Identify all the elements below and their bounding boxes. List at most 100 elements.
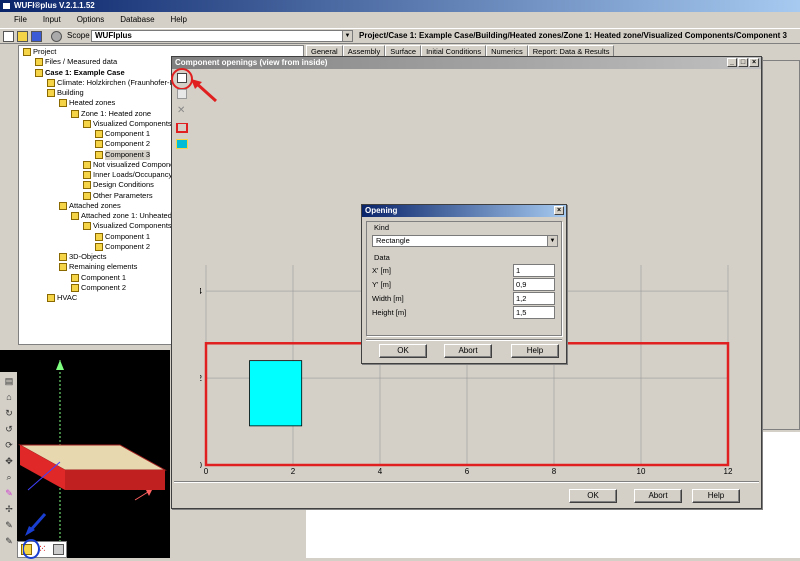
field-height-input[interactable]: 1,5 <box>513 306 555 319</box>
tree-node-icon <box>35 68 43 77</box>
menu-help[interactable]: Help <box>163 13 195 27</box>
tree-item[interactable]: Attached zones <box>59 201 121 211</box>
kind-select[interactable]: Rectangle ▼ <box>372 235 558 247</box>
tree-item[interactable]: Remaining elements <box>59 262 137 272</box>
tree-item-label: Case 1: Example Case <box>45 67 125 77</box>
tree-item[interactable]: Component 2 <box>95 139 150 149</box>
menu-options[interactable]: Options <box>69 13 113 27</box>
tree-item[interactable]: Files / Measured data <box>35 57 117 67</box>
tree-item[interactable]: Component 3 <box>95 149 151 160</box>
menu-file[interactable]: File <box>6 13 35 27</box>
tree-item[interactable]: Component 1 <box>71 273 126 283</box>
left-strip <box>0 45 17 345</box>
tree-node-icon <box>71 283 79 292</box>
tree-node-icon <box>71 109 79 118</box>
pan-icon[interactable]: ✥ <box>4 456 14 466</box>
new-file-icon[interactable] <box>3 31 14 42</box>
tree-item[interactable]: Component 1 <box>95 129 150 139</box>
tree-item-label: Design Conditions <box>93 180 154 190</box>
tree-item[interactable]: Project <box>23 47 56 57</box>
layers-icon[interactable]: ▤ <box>4 376 14 386</box>
x-tick-label: 2 <box>291 467 296 475</box>
tree-item[interactable]: Component 1 <box>95 232 150 242</box>
tree-item[interactable]: Visualized Components <box>83 119 172 129</box>
tree-item[interactable]: 3D-Objects <box>59 252 107 262</box>
tree-node-icon <box>83 119 91 128</box>
tree-node-icon <box>47 294 55 302</box>
tree-item[interactable]: Design Conditions <box>83 180 154 190</box>
menu-input[interactable]: Input <box>35 13 69 27</box>
zoom-icon[interactable]: ⌕ <box>4 472 14 482</box>
field-width-input[interactable]: 1,2 <box>513 292 555 305</box>
orbit-icon[interactable]: ⟳ <box>4 440 14 450</box>
tree-item-label: Component 2 <box>81 282 127 292</box>
delete-icon[interactable]: ✕ <box>177 106 185 116</box>
ok-button[interactable]: OK <box>569 489 617 503</box>
save-icon[interactable] <box>31 31 42 42</box>
pencil-icon[interactable]: ✎ <box>4 488 14 498</box>
tree-item-label: Component 3 <box>105 149 151 160</box>
open-folder-icon[interactable] <box>17 31 28 42</box>
tree-item[interactable]: Component 2 <box>71 283 126 293</box>
tree-item-label: Remaining elements <box>69 262 138 272</box>
tree-item[interactable]: Component 2 <box>95 242 150 252</box>
tree-item-label: Other Parameters <box>93 190 153 200</box>
rotate-axis-icon[interactable]: ↺ <box>4 424 14 434</box>
panel-icon[interactable] <box>53 544 64 555</box>
building-icon[interactable]: ⌂ <box>4 392 14 402</box>
help-button[interactable]: Help <box>692 489 740 503</box>
tree-item[interactable]: Not visualized Componer <box>83 160 177 170</box>
edit-alt-icon[interactable]: ✎ <box>4 536 14 546</box>
tree-item[interactable]: Case 1: Example Case <box>35 68 125 78</box>
x-tick-label: 12 <box>724 467 733 475</box>
rotate-icon[interactable]: ↻ <box>4 408 14 418</box>
kind-label: Kind <box>372 223 392 232</box>
close-button[interactable]: × <box>554 206 564 215</box>
scope-select[interactable]: WUFIplus ▼ <box>91 30 353 42</box>
calculate-icon[interactable] <box>51 31 62 42</box>
tree-node-icon <box>83 191 91 200</box>
edit-icon[interactable]: ✎ <box>4 520 14 530</box>
tree-item[interactable]: Inner Loads/Occupancy_ <box>83 170 176 180</box>
move-icon[interactable]: ✢ <box>4 504 14 514</box>
tree-item[interactable]: Zone 1: Heated zone <box>71 109 151 119</box>
tree-item[interactable]: Visualized Components <box>83 221 172 231</box>
tree-item-label: Not visualized Componer <box>93 159 177 169</box>
chevron-down-icon[interactable]: ▼ <box>342 31 352 41</box>
tree-item[interactable]: Heated zones <box>59 98 115 108</box>
tree-item[interactable]: Climate: Holzkirchen (Fraunhofer-IBP <box>47 78 182 88</box>
close-button[interactable]: × <box>749 58 759 67</box>
opening-ok-button[interactable]: OK <box>379 344 427 358</box>
opening-dialog: Opening × Kind Rectangle ▼ Data X' [m] 1… <box>361 204 567 364</box>
x-tick-label: 10 <box>637 467 646 475</box>
y-tick-label: 2 <box>200 374 203 383</box>
align-icon[interactable] <box>176 139 188 149</box>
tree-item[interactable]: Building <box>47 88 84 98</box>
copy-icon[interactable] <box>177 89 187 99</box>
maximize-button[interactable]: □ <box>738 58 748 67</box>
x-tick-label: 6 <box>465 467 470 475</box>
tree-item-label: Project <box>33 47 57 56</box>
abort-button[interactable]: Abort <box>634 489 682 503</box>
frame-icon[interactable] <box>176 123 188 133</box>
opening-help-button[interactable]: Help <box>511 344 559 358</box>
minimize-button[interactable]: _ <box>727 58 737 67</box>
tree-item-label: Visualized Components <box>93 221 172 231</box>
opening-abort-button[interactable]: Abort <box>444 344 492 358</box>
field-x-input[interactable]: 1 <box>513 264 555 277</box>
chevron-down-icon[interactable]: ▼ <box>547 236 557 246</box>
red-annotation-arrow <box>191 79 218 103</box>
tree-item-label: Component 1 <box>105 129 151 138</box>
tree-item[interactable]: Other Parameters <box>83 191 153 201</box>
breadcrumb: Project/Case 1: Example Case/Building/He… <box>359 31 787 40</box>
kind-value: Rectangle <box>376 236 410 245</box>
field-y-input[interactable]: 0,9 <box>513 278 555 291</box>
opening-rect <box>249 360 303 427</box>
menu-database[interactable]: Database <box>112 13 162 27</box>
tree-item[interactable]: HVAC <box>47 293 77 303</box>
blue-annotation-arrow <box>23 513 47 559</box>
tree-item[interactable]: Attached zone 1: Unheated z <box>71 211 178 221</box>
tree-node-icon <box>95 242 103 251</box>
app-title: WUFI®plus V.2.1.1.52 <box>14 1 95 10</box>
tree-node-icon <box>71 273 79 282</box>
